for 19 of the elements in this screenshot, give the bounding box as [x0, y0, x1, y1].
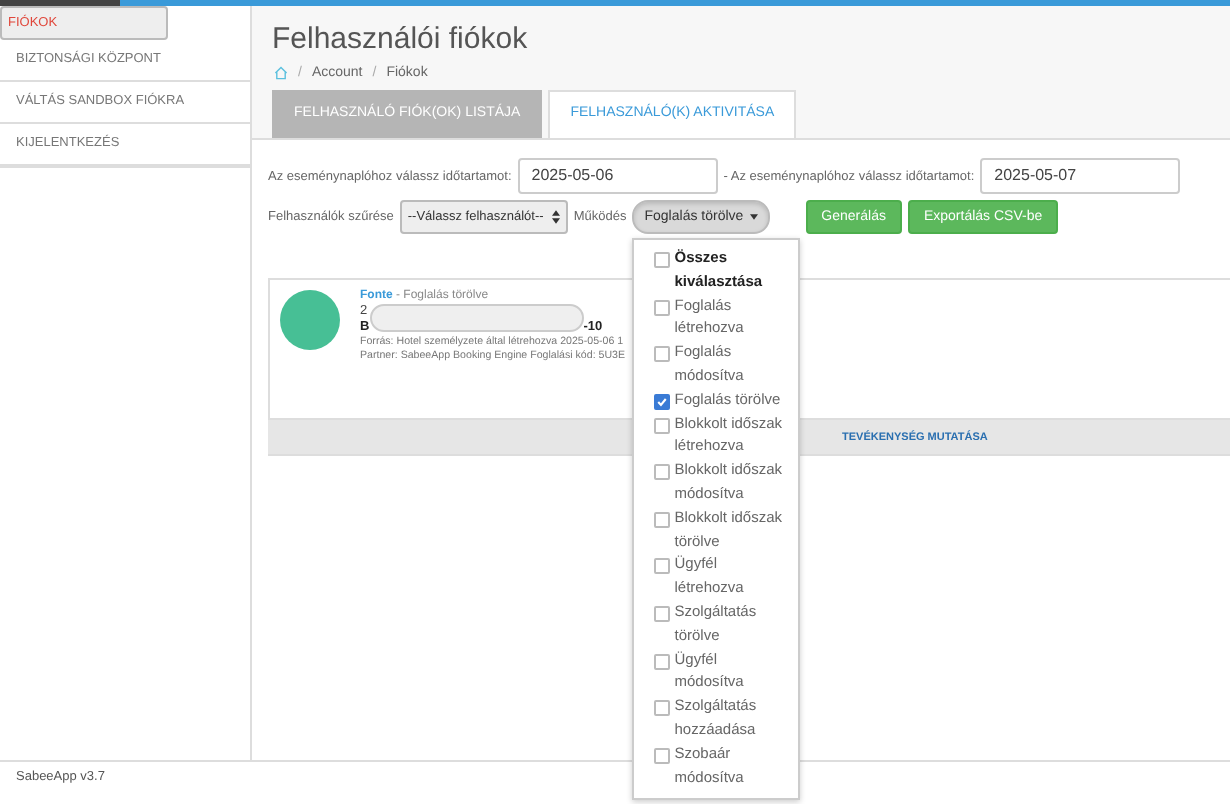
- home-icon[interactable]: [274, 66, 288, 80]
- checkbox[interactable]: [654, 605, 671, 622]
- checkbox[interactable]: [654, 700, 671, 717]
- checkbox[interactable]: [654, 747, 671, 764]
- checkbox[interactable]: [654, 464, 671, 481]
- checkbox[interactable]: [654, 653, 671, 670]
- checkbox[interactable]: [654, 252, 671, 268]
- checkbox[interactable]: [654, 417, 671, 434]
- checkbox[interactable]: [654, 299, 671, 316]
- checkbox[interactable]: [654, 393, 671, 410]
- spinner-arrows-icon: [551, 210, 560, 224]
- avatar: [280, 290, 340, 350]
- date-field[interactable]: 2025-05-07: [980, 158, 1181, 194]
- date-field[interactable]: 2025-05-06: [517, 158, 718, 194]
- page-title: Felhasználói fiókok: [272, 22, 530, 56]
- checkbox[interactable]: [654, 346, 671, 363]
- caret-icon: [749, 214, 758, 220]
- checkbox[interactable]: [654, 511, 671, 528]
- checkbox[interactable]: [654, 558, 671, 575]
